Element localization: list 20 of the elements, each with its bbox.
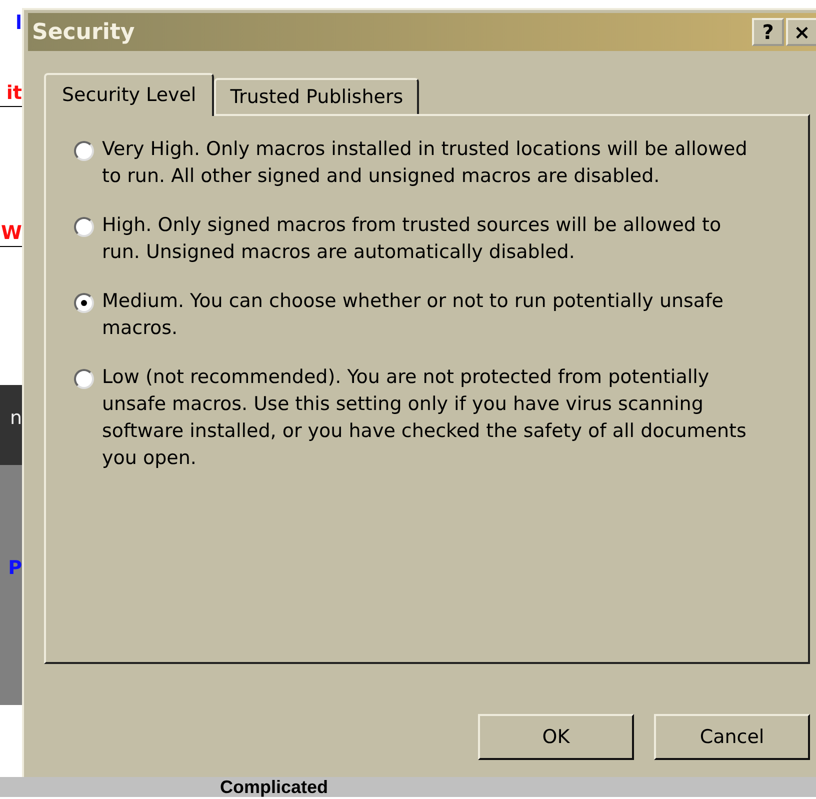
background-text: W bbox=[1, 221, 22, 246]
option-label: Medium. You can choose whether or not to run potentially unsafe macros. bbox=[102, 289, 724, 341]
close-button[interactable]: × bbox=[786, 18, 816, 46]
ok-button[interactable]: OK bbox=[478, 714, 634, 760]
window-title: Security bbox=[32, 20, 135, 44]
option-label: High. Only signed macros from trusted sources will be allowed to run. Unsigned macros are automatically disabled. bbox=[102, 213, 722, 265]
help-button[interactable]: ? bbox=[752, 18, 784, 46]
background-text: P bbox=[8, 556, 22, 581]
radio-button[interactable] bbox=[74, 217, 94, 237]
cancel-button[interactable]: Cancel bbox=[654, 714, 810, 760]
radio-button[interactable] bbox=[74, 293, 94, 313]
tab[interactable]: Trusted Publishers bbox=[214, 78, 420, 114]
background-text: l bbox=[15, 11, 22, 36]
radio-button[interactable] bbox=[74, 369, 94, 389]
option-label: Very High. Only macros installed in trusted locations will be allowed to run. All other signed and unsigned macros are disabled. bbox=[102, 137, 748, 189]
option-label: Low (not recommended). You are not protected from potentially unsafe macros. Use this setting only if you have virus scanning software installed, or you have checked the safety of all documents you open. bbox=[102, 365, 748, 471]
background-text: it bbox=[6, 81, 22, 106]
background-text: n bbox=[10, 406, 22, 431]
radio-button[interactable] bbox=[74, 141, 94, 161]
tab[interactable]: Security Level bbox=[44, 73, 214, 116]
